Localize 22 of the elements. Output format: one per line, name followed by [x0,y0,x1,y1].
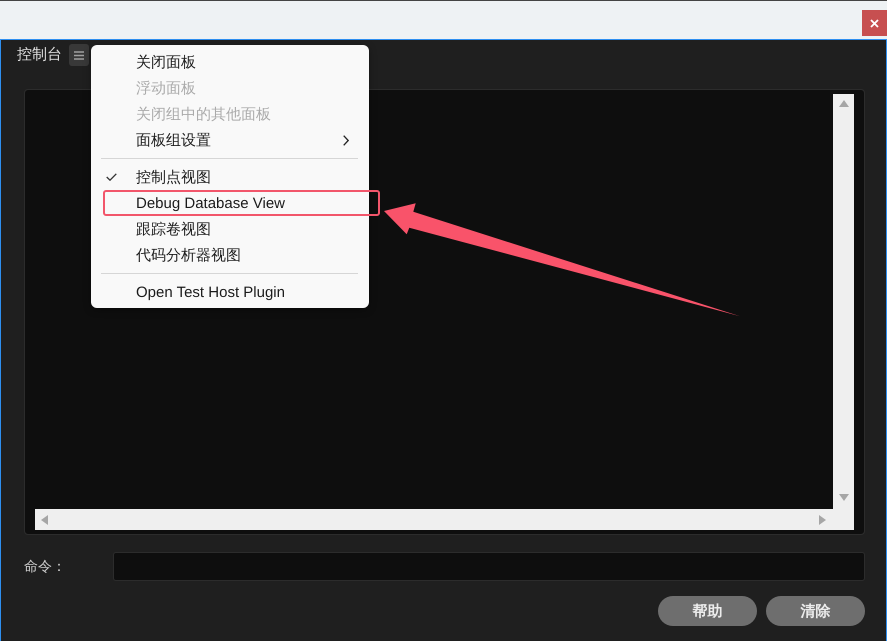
menu-item[interactable]: 控制点视图 [105,166,369,188]
horizontal-scrollbar[interactable] [35,509,854,530]
help-button[interactable]: 帮助 [658,596,757,626]
panel-title: 控制台 [17,45,62,65]
menu-item[interactable]: 跟踪卷视图 [105,218,369,240]
command-label: 命令： [24,558,67,576]
close-button[interactable] [862,10,887,36]
right-triangle-icon[interactable] [819,514,826,524]
clear-button[interactable]: 清除 [766,596,865,626]
left-triangle-icon[interactable] [41,514,48,524]
vertical-scrollbar[interactable] [833,94,854,509]
menu-item[interactable]: 关闭面板 [105,51,369,73]
menu-button[interactable] [69,44,89,66]
up-triangle-icon[interactable] [838,100,848,107]
command-input[interactable] [113,552,865,581]
menu-item[interactable]: Debug Database View [105,192,369,214]
menu-item[interactable]: 面板组设置 [105,129,369,151]
close-icon [870,18,879,28]
menu-item[interactable]: Open Test Host Plugin [105,281,369,303]
down-triangle-icon[interactable] [838,494,848,501]
menu-item[interactable]: 代码分析器视图 [105,244,369,266]
menu-icon [74,50,84,60]
